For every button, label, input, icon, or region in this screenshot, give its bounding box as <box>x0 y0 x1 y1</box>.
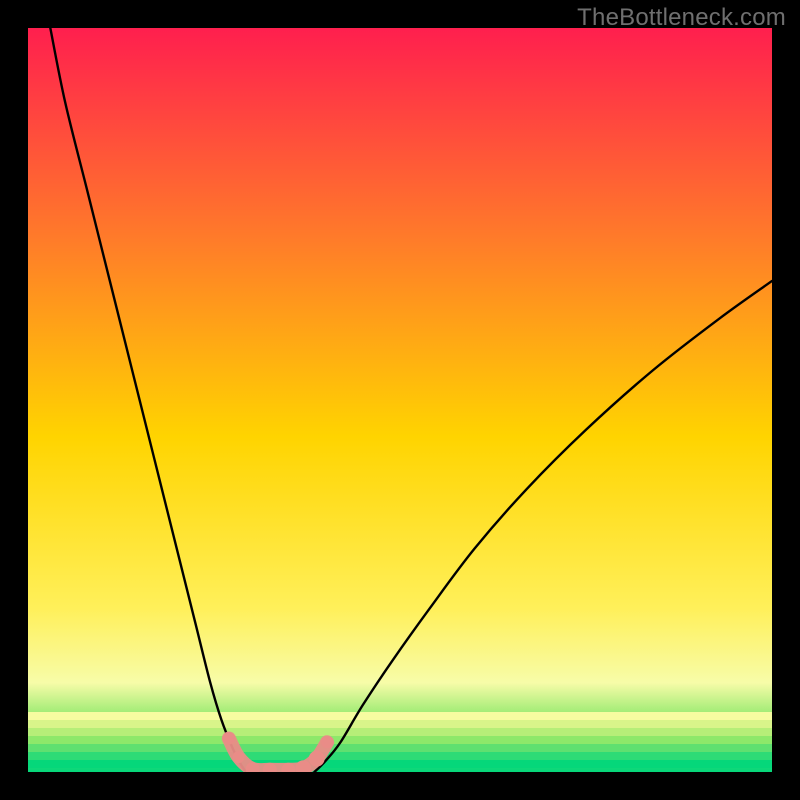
valley-marker <box>321 736 333 748</box>
color-band <box>28 744 772 752</box>
color-band <box>28 752 772 760</box>
watermark-text: TheBottleneck.com <box>577 4 786 32</box>
chart-frame: TheBottleneck.com <box>0 0 800 800</box>
bottom-bands <box>28 712 772 768</box>
color-band <box>28 728 772 736</box>
color-band <box>28 736 772 744</box>
chart-svg <box>28 28 772 772</box>
valley-marker <box>309 751 325 767</box>
color-band <box>28 720 772 728</box>
color-band <box>28 712 772 720</box>
plot-area <box>28 28 772 772</box>
valley-marker <box>223 733 235 745</box>
color-band <box>28 760 772 768</box>
valley-marker <box>233 751 245 763</box>
